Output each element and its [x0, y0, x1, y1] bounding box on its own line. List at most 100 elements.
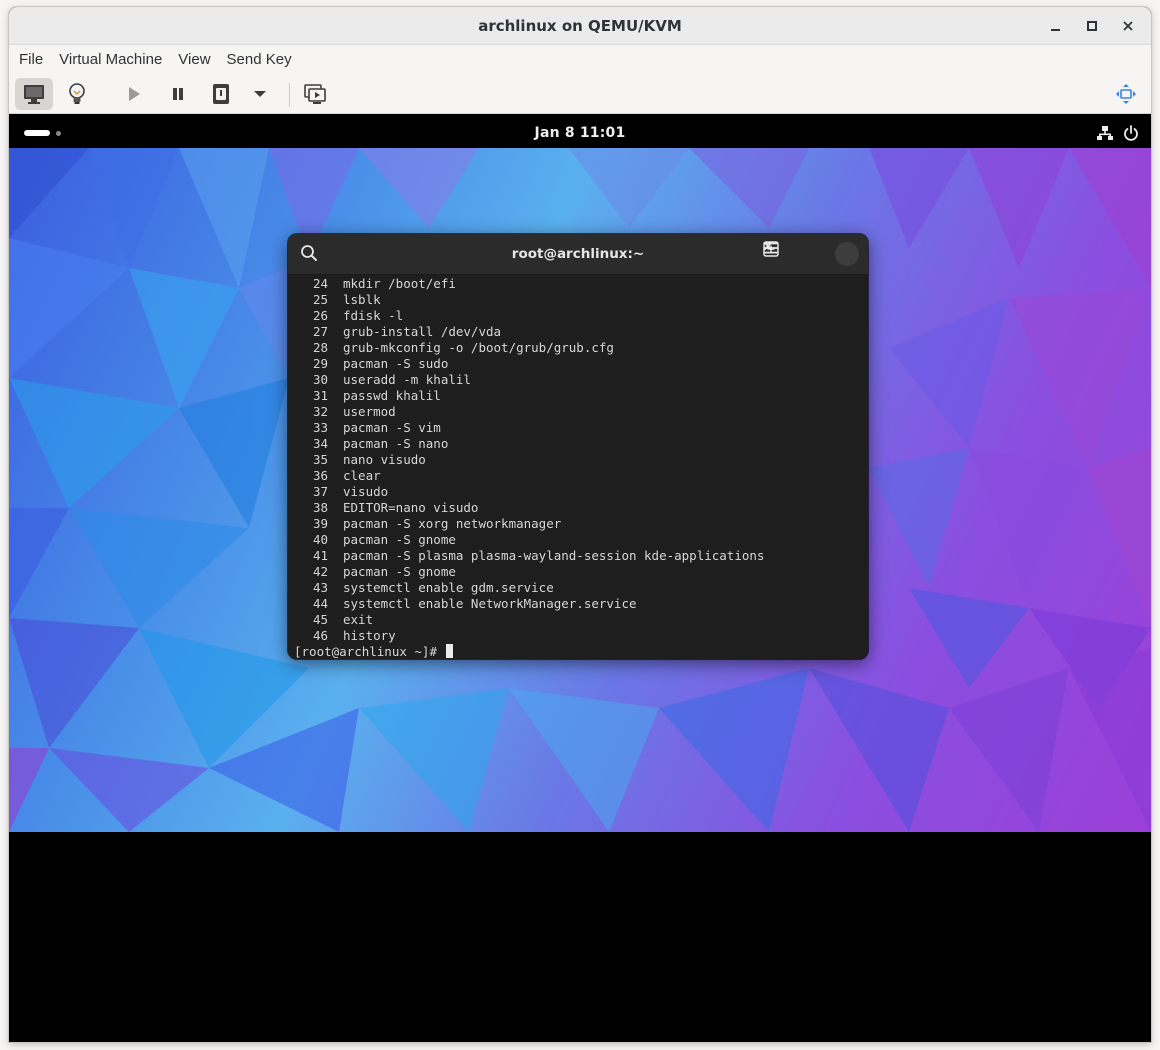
history-line: 30 useradd -m khalil — [294, 372, 868, 388]
terminal-header[interactable]: root@archlinux:~ — [288, 234, 868, 275]
history-line-number: 29 — [312, 356, 328, 371]
history-line-number: 39 — [312, 516, 328, 531]
terminal-output[interactable]: 24 mkdir /boot/efi 25 lsblk 26 fdisk -l 27 grub… — [288, 275, 868, 659]
clock[interactable]: Jan 8 11:01 — [535, 125, 626, 141]
terminal-close-button[interactable] — [763, 241, 859, 266]
details-view-button[interactable] — [59, 78, 95, 110]
history-line-number: 27 — [312, 324, 328, 339]
minimize-button[interactable] — [1039, 13, 1073, 39]
shutdown-icon — [213, 84, 229, 104]
history-line: 41 pacman -S plasma plasma-wayland-sessio… — [294, 548, 868, 564]
menu-send-key[interactable]: Send Key — [219, 45, 300, 75]
history-line-number: 35 — [312, 452, 328, 467]
history-command: pacman -S gnome — [343, 532, 456, 547]
play-icon — [129, 87, 140, 101]
maximize-button[interactable] — [1075, 13, 1109, 39]
network-wired-icon — [1097, 126, 1113, 140]
history-command: exit — [343, 612, 374, 627]
history-line-number: 30 — [312, 372, 328, 387]
text-cursor — [445, 644, 453, 658]
history-command: pacman -S vim — [343, 420, 441, 435]
history-command: pacman -S plasma plasma-wayland-session … — [343, 548, 765, 563]
power-icon — [1124, 125, 1138, 141]
title-bar[interactable]: archlinux on QEMU/KVM — [9, 7, 1151, 45]
history-line: 36 clear — [294, 468, 868, 484]
menu-view[interactable]: View — [170, 45, 218, 75]
monitor-icon — [24, 85, 44, 104]
history-line: 34 pacman -S nano — [294, 436, 868, 452]
history-line: 44 systemctl enable NetworkManager.servic… — [294, 596, 868, 612]
pause-button[interactable] — [161, 78, 195, 110]
run-button[interactable] — [117, 78, 151, 110]
history-command: grub-install /dev/vda — [343, 324, 502, 339]
history-command: pacman -S nano — [343, 436, 449, 451]
history-line: 26 fdisk -l — [294, 308, 868, 324]
history-command: grub-mkconfig -o /boot/grub/grub.cfg — [343, 340, 614, 355]
toolbar-separator — [289, 83, 290, 107]
desktop-wallpaper[interactable]: root@archlinux:~ 24 mkdir /boot/efi 25 l… — [9, 148, 1151, 832]
history-line-number: 32 — [312, 404, 328, 419]
history-line-number: 44 — [312, 596, 328, 611]
terminal-menu-button[interactable] — [764, 241, 825, 267]
window-title: archlinux on QEMU/KVM — [478, 16, 682, 35]
history-line-number: 26 — [312, 308, 328, 323]
history-line: 24 mkdir /boot/efi — [294, 276, 868, 292]
history-command: useradd -m khalil — [343, 372, 471, 387]
minimize-icon — [1051, 29, 1060, 31]
history-command: fdisk -l — [343, 308, 404, 323]
history-line-number: 28 — [312, 340, 328, 355]
history-line-number: 33 — [312, 420, 328, 435]
menu-bar: File Virtual Machine View Send Key — [9, 45, 1151, 75]
vm-display-letterbox — [9, 832, 1151, 942]
shutdown-button[interactable] — [203, 78, 239, 110]
fullscreen-icon — [1116, 84, 1136, 104]
shell-prompt: [root@archlinux ~]# — [294, 644, 445, 659]
history-line: 25 lsblk — [294, 292, 868, 308]
close-icon — [763, 241, 773, 251]
vm-viewer-window: archlinux on QEMU/KVM File Virtual Machi… — [9, 7, 1151, 1042]
history-command: visudo — [343, 484, 389, 499]
close-button[interactable] — [1111, 13, 1145, 39]
history-line-number: 25 — [312, 292, 328, 307]
chevron-down-icon — [254, 91, 266, 97]
menu-file[interactable]: File — [11, 45, 51, 75]
history-command: systemctl enable gdm.service — [343, 580, 554, 595]
console-view-button[interactable] — [15, 78, 53, 110]
history-line: 39 pacman -S xorg networkmanager — [294, 516, 868, 532]
history-line-number: 37 — [312, 484, 328, 499]
history-line-number: 38 — [312, 500, 328, 515]
shutdown-menu-button[interactable] — [245, 78, 275, 110]
history-line-number: 46 — [312, 628, 328, 643]
terminal-window[interactable]: root@archlinux:~ 24 mkdir /boot/efi 25 l… — [288, 234, 868, 659]
history-line: 42 pacman -S gnome — [294, 564, 868, 580]
history-line: 32 usermod — [294, 404, 868, 420]
history-line-number: 31 — [312, 388, 328, 403]
history-command: mkdir /boot/efi — [343, 276, 456, 291]
history-command: pacman -S xorg networkmanager — [343, 516, 562, 531]
history-command: nano visudo — [343, 452, 426, 467]
activities-indicator[interactable] — [24, 130, 61, 136]
toolbar — [9, 75, 1151, 114]
history-line: 27 grub-install /dev/vda — [294, 324, 868, 340]
menu-virtual-machine[interactable]: Virtual Machine — [51, 45, 170, 75]
fullscreen-button[interactable] — [1109, 78, 1143, 110]
maximize-icon — [1087, 21, 1097, 31]
snapshots-button[interactable] — [297, 78, 333, 110]
prompt-line[interactable]: [root@archlinux ~]# — [294, 644, 868, 659]
history-command: EDITOR=nano visudo — [343, 500, 479, 515]
history-line: 43 systemctl enable gdm.service — [294, 580, 868, 596]
history-line: 29 pacman -S sudo — [294, 356, 868, 372]
snapshots-icon — [304, 84, 326, 104]
history-line: 40 pacman -S gnome — [294, 532, 868, 548]
system-tray[interactable] — [1097, 125, 1139, 141]
history-line-number: 42 — [312, 564, 328, 579]
gnome-top-bar: Jan 8 11:01 — [9, 118, 1151, 148]
history-line-number: 41 — [312, 548, 328, 563]
history-command: lsblk — [343, 292, 381, 307]
history-command: pacman -S gnome — [343, 564, 456, 579]
history-command: passwd khalil — [343, 388, 441, 403]
lightbulb-icon — [69, 83, 85, 104]
terminal-actions — [763, 241, 859, 267]
pause-icon — [173, 88, 183, 100]
search-icon — [301, 245, 317, 261]
